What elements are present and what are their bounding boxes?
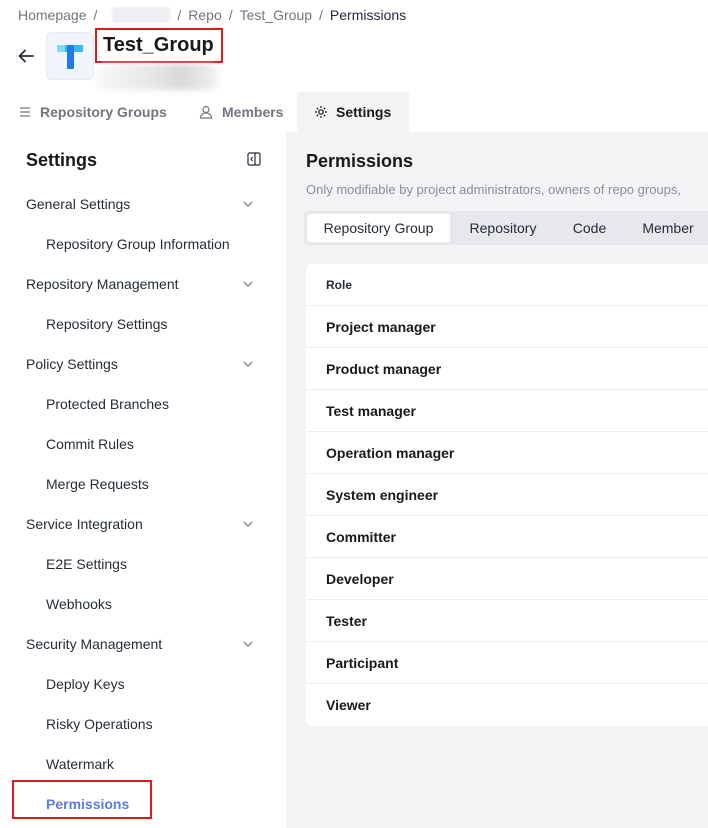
table-row: Operation manager — [306, 432, 708, 474]
tab-label: Members — [222, 104, 284, 120]
breadcrumb-home-link[interactable]: Homepage — [18, 7, 87, 23]
permissions-highlight-box — [12, 780, 152, 819]
breadcrumb-group-link[interactable]: Test_Group — [240, 7, 312, 23]
breadcrumb-current: Permissions — [329, 7, 407, 23]
segment-code[interactable]: Code — [556, 214, 623, 242]
group-title-highlight: Test_Group — [95, 28, 223, 63]
settings-sidebar: Settings General Settings Repository Gro… — [0, 132, 286, 828]
group-logo — [46, 32, 94, 80]
sidebar-item-label: Repository Group Information — [46, 236, 230, 252]
sidebar-item-webhooks[interactable]: Webhooks — [0, 594, 286, 614]
tab-repository-groups[interactable]: Repository Groups — [18, 92, 188, 132]
breadcrumb-separator: / — [319, 7, 323, 23]
sidebar-item-label: Repository Settings — [46, 316, 168, 332]
table-row: Test manager — [306, 390, 708, 432]
sidebar-group-service-integration[interactable]: Service Integration — [0, 514, 286, 534]
sidebar-item-deploy-keys[interactable]: Deploy Keys — [0, 674, 286, 694]
sidebar-item-repository-settings[interactable]: Repository Settings — [0, 314, 286, 334]
table-row: Project manager — [306, 306, 708, 348]
breadcrumb-separator: / — [228, 7, 233, 23]
sidebar-group-security-management[interactable]: Security Management — [0, 634, 286, 654]
breadcrumb-separator: / — [177, 7, 182, 23]
chevron-down-icon — [243, 361, 253, 367]
chevron-down-icon — [243, 641, 253, 647]
collapse-sidebar-icon[interactable] — [247, 152, 261, 166]
permissions-panel: Permissions Only modifiable by project a… — [286, 132, 708, 828]
sidebar-group-repository-management[interactable]: Repository Management — [0, 274, 286, 294]
table-row: Committer — [306, 516, 708, 558]
sidebar-group-policy-settings[interactable]: Policy Settings — [0, 354, 286, 374]
group-title: Test_Group — [103, 34, 214, 56]
tab-settings[interactable]: Settings — [297, 92, 409, 132]
sidebar-item-label: General Settings — [26, 196, 131, 212]
sidebar-item-risky-operations[interactable]: Risky Operations — [0, 714, 286, 734]
blurred-subtitle — [98, 64, 218, 90]
segment-member[interactable]: Member — [623, 214, 708, 242]
table-row: Product manager — [306, 348, 708, 390]
chevron-down-icon — [243, 201, 253, 207]
breadcrumb: Homepage / / Repo / Test_Group / Permiss… — [18, 6, 406, 24]
sidebar-item-label: Commit Rules — [46, 436, 134, 452]
sidebar-item-label: Deploy Keys — [46, 676, 125, 692]
tab-members[interactable]: Members — [198, 92, 294, 132]
tab-label: Settings — [336, 104, 392, 120]
sidebar-item-label: Webhooks — [46, 596, 112, 612]
sidebar-item-label: E2E Settings — [46, 556, 127, 572]
sidebar-item-label: Policy Settings — [26, 356, 118, 372]
sidebar-item-commit-rules[interactable]: Commit Rules — [0, 434, 286, 454]
breadcrumb-separator: / — [93, 7, 98, 23]
tab-label: Repository Groups — [40, 104, 167, 120]
sidebar-item-label: Service Integration — [26, 516, 143, 532]
sidebar-title: Settings — [26, 150, 98, 170]
segment-repository[interactable]: Repository — [450, 214, 556, 242]
permission-scope-tabs: Repository Group Repository Code Member — [304, 211, 708, 245]
top-tabs: Repository Groups Members Settings — [0, 92, 708, 132]
sidebar-item-merge-requests[interactable]: Merge Requests — [0, 474, 286, 494]
table-header-role: Role — [306, 264, 708, 306]
table-row: Tester — [306, 600, 708, 642]
chevron-down-icon — [243, 281, 253, 287]
sidebar-item-repository-group-information[interactable]: Repository Group Information — [0, 234, 286, 254]
breadcrumb-blurred-project[interactable] — [112, 7, 171, 23]
sidebar-item-protected-branches[interactable]: Protected Branches — [0, 394, 286, 414]
list-icon — [18, 105, 32, 119]
back-arrow-icon[interactable] — [16, 46, 36, 66]
table-row: System engineer — [306, 474, 708, 516]
roles-table: Role Project manager Product manager Tes… — [306, 264, 708, 726]
user-icon — [198, 104, 214, 120]
table-row: Viewer — [326, 697, 371, 713]
segment-repository-group[interactable]: Repository Group — [307, 214, 450, 242]
sidebar-item-label: Merge Requests — [46, 476, 149, 492]
page-description: Only modifiable by project administrator… — [306, 182, 682, 197]
table-row: Developer — [306, 558, 708, 600]
page-title: Permissions — [306, 151, 414, 171]
table-row: Participant — [306, 642, 708, 684]
sidebar-item-label: Security Management — [26, 636, 163, 652]
sidebar-item-e2e-settings[interactable]: E2E Settings — [0, 554, 286, 574]
sidebar-item-label: Watermark — [46, 756, 114, 772]
sidebar-group-general-settings[interactable]: General Settings — [0, 194, 286, 214]
breadcrumb-repo-link[interactable]: Repo — [188, 7, 221, 23]
gear-icon — [314, 105, 328, 119]
sidebar-item-label: Risky Operations — [46, 716, 153, 732]
sidebar-item-watermark[interactable]: Watermark — [0, 754, 286, 774]
sidebar-item-label: Protected Branches — [46, 396, 169, 412]
chevron-down-icon — [243, 521, 253, 527]
sidebar-item-label: Repository Management — [26, 276, 179, 292]
